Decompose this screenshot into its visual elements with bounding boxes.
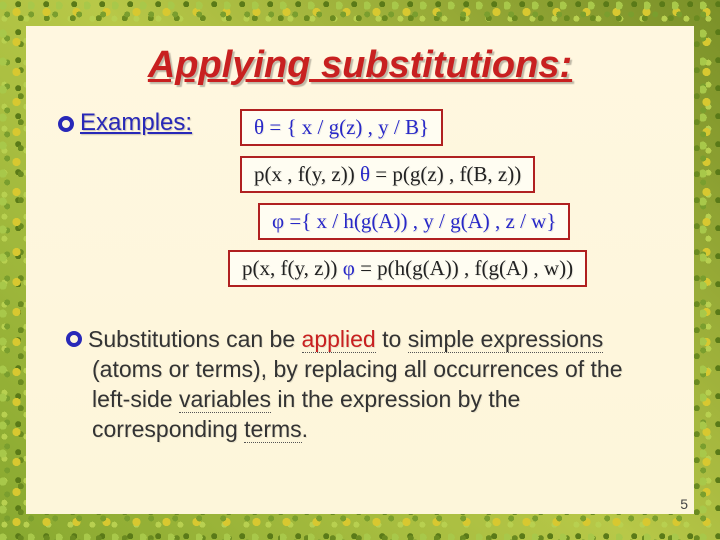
body-paragraph: Substitutions can be applied to simple e… (58, 325, 662, 445)
body-mid1: to (376, 326, 408, 352)
examples-label: Examples: (80, 109, 192, 136)
theta-symbol: θ (360, 162, 370, 186)
body-terms: terms (244, 416, 302, 443)
theta-definition-box: θ = { x / g(z) , y / B} (240, 109, 443, 146)
phi-apply-lhs: p(x, f(y, z)) (242, 256, 343, 280)
phi-symbol: φ (343, 256, 355, 280)
body-simple-expressions: simple expressions (408, 326, 604, 353)
slide-title: Applying substitutions: (58, 44, 662, 87)
slide-number: 5 (680, 496, 688, 512)
slide-content: Applying substitutions: Examples: θ = { … (26, 26, 694, 514)
theta-apply-rhs: = p(g(z) , f(B, z)) (370, 162, 521, 186)
phi-application-box: p(x, f(y, z)) φ = p(h(g(A)) , f(g(A) , w… (228, 250, 587, 287)
phi-def-text: φ ={ x / h(g(A)) , y / g(A) , z / w} (272, 209, 556, 233)
phi-definition-box: φ ={ x / h(g(A)) , y / g(A) , z / w} (258, 203, 570, 240)
examples-heading: Examples: (58, 109, 192, 137)
body-end: . (302, 416, 308, 442)
theta-def-text: θ = { x / g(z) , y / B} (254, 115, 429, 139)
theta-apply-lhs: p(x , f(y, z)) (254, 162, 360, 186)
body-variables: variables (179, 386, 271, 413)
body-applied: applied (302, 326, 376, 353)
phi-apply-rhs: = p(h(g(A)) , f(g(A) , w)) (355, 256, 573, 280)
theta-application-box: p(x , f(y, z)) θ = p(g(z) , f(B, z)) (240, 156, 535, 193)
body-pre: Substitutions can be (88, 326, 302, 352)
ring-bullet-icon (66, 331, 82, 347)
ring-bullet-icon (58, 116, 74, 132)
